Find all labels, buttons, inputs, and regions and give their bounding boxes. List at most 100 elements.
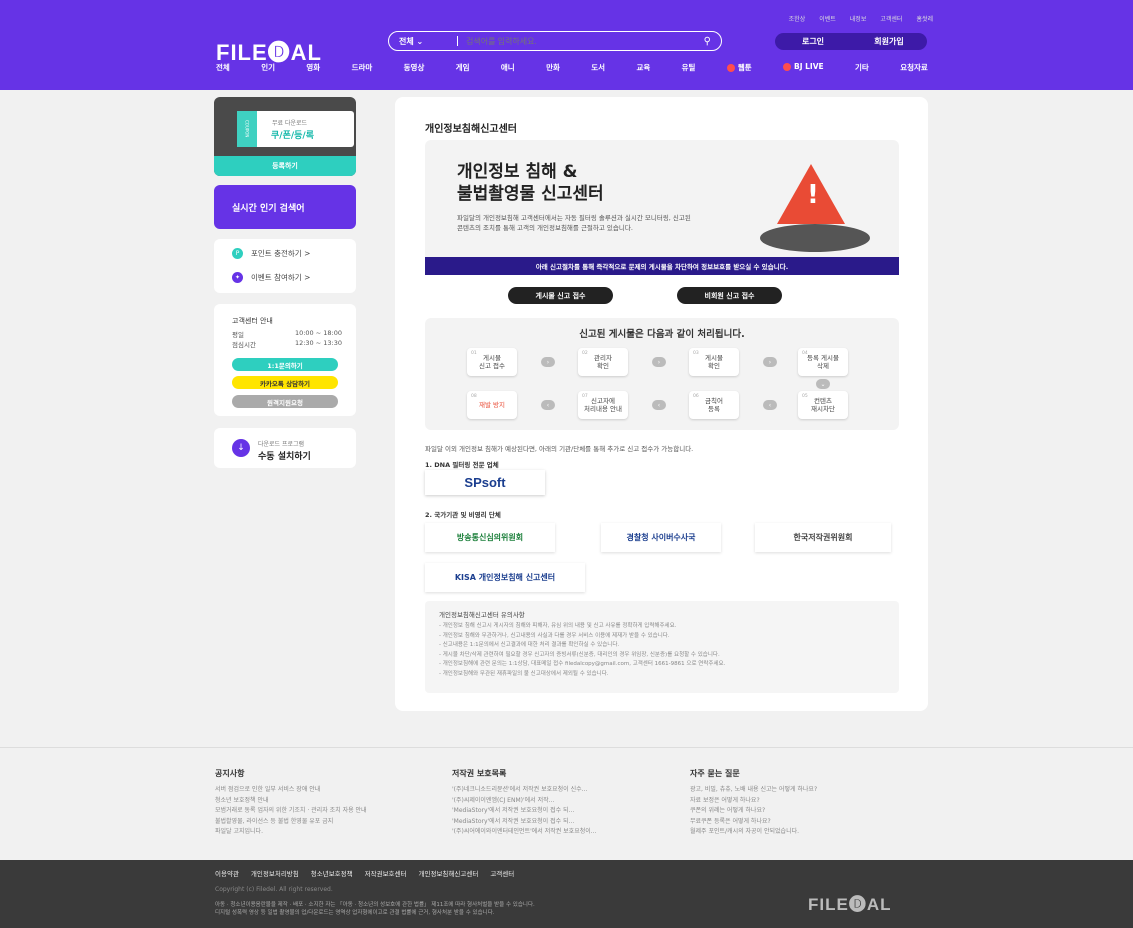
notice-item[interactable]: 불법촬영물, 라이선스 등 불법 한영물 유포 금지 <box>215 817 367 828</box>
top-links: 조한상 이벤트 내정보 고객센터 홈쌋레 <box>789 14 933 23</box>
process-step: 06 금칙어 등록 <box>689 391 739 419</box>
top-link[interactable]: 조한상 <box>789 14 806 23</box>
guest-report-button[interactable]: 비회원 신고 접수 <box>677 287 782 304</box>
hot-badge-icon <box>783 63 792 71</box>
step-number: 04 <box>802 351 808 356</box>
realtime-search-button[interactable]: 실시간 인기 검색어 <box>214 185 356 229</box>
nav-item[interactable]: 드라마 <box>352 62 373 73</box>
note-item: - 개인정보 침해 신고시 게시자의 침해와 피해자, 유심 위의 내용 및 신… <box>439 623 677 629</box>
copyright-list-title[interactable]: 저작권 보호목록 <box>452 768 596 779</box>
top-link[interactable]: 이벤트 <box>819 14 836 23</box>
coupon-register-button[interactable]: 등록하기 <box>214 156 356 176</box>
section-title: 2. 국가기관 및 비영리 단체 <box>425 511 501 519</box>
faq-column: 자주 묻는 질문 광고, 비밀, 츄츄, 노배 내용 신고는 어떻게 하나요? … <box>690 768 817 838</box>
hero-line1: 개인정보 침해 & <box>457 162 578 182</box>
nav-item[interactable]: 영화 <box>306 62 320 73</box>
manual-install-button: 수동 설치하기 <box>258 452 311 462</box>
notice-item[interactable]: 서버 점검으로 인한 일부 서비스 장애 안내 <box>215 785 367 796</box>
footer-link[interactable]: 개인정보침해신고센터 <box>419 868 479 878</box>
quick-links: P 포인트 충전하기 > ✦ 이벤트 참여하기 > <box>214 239 356 293</box>
step-number: 06 <box>693 394 699 399</box>
category-nav: 전체 인기 영화 드라마 동영상 게임 애니 만화 도서 교육 유틸 웹툰 BJ… <box>216 62 928 73</box>
login-button[interactable]: 로그인 <box>775 33 851 50</box>
top-link[interactable]: 내정보 <box>850 14 867 23</box>
faq-item[interactable]: 광고, 비밀, 츄츄, 노배 내용 신고는 어떻게 하나요? <box>690 785 817 796</box>
process-step: 08 재발 방지 <box>467 391 517 419</box>
nav-item[interactable]: 요청자료 <box>900 62 928 73</box>
notice-column: 공지사항 서버 점검으로 인한 일부 서비스 장애 안내 청소년 보호정책 안내… <box>215 768 367 838</box>
faq-item[interactable]: 자료 보정은 어떻게 하나요? <box>690 796 817 807</box>
signup-button[interactable]: 회원가입 <box>851 33 927 50</box>
nav-item[interactable]: 애니 <box>501 62 515 73</box>
copyright-item[interactable]: 'MediaStory'에서 저작권 보호요청이 접수 되... <box>452 806 596 817</box>
faq-item[interactable]: 무료쿠폰 등록은 어떻게 하나요? <box>690 817 817 828</box>
download-program-panel[interactable]: ↓ 다운로드 프로그램 수동 설치하기 <box>214 428 356 468</box>
footer: 공지사항 서버 점검으로 인한 일부 서비스 장애 안내 청소년 보호정책 안내… <box>0 747 1133 860</box>
footer-link[interactable]: 청소년보호정책 <box>311 868 353 878</box>
cs-lunch-label: 점심시간 <box>232 341 256 349</box>
top-link[interactable]: 고객센터 <box>880 14 902 23</box>
cs-weekday-time: 10:00 ~ 18:00 <box>294 329 342 337</box>
top-link[interactable]: 홈쌋레 <box>916 14 933 23</box>
notes-box: 개인정보침해신고센터 유의사항 - 개인정보 침해 신고시 게시자의 침해와 피… <box>425 601 899 693</box>
search-category-select[interactable]: 전체 ⌄ <box>399 36 449 47</box>
faq-item[interactable]: 월제주 포인트/캐시의 자공이 안되었습니다. <box>690 827 817 838</box>
footer-link[interactable]: 저작권보호센터 <box>365 868 407 878</box>
legal-line: 아동 · 청소년이용음란물을 제작 · 배포 · 소지한 자는 「아동 · 청소… <box>215 902 535 908</box>
warning-icon: ! <box>777 164 845 224</box>
copyright-item[interactable]: '(주)씨제이이엔엠(CJ ENM)'에서 저작... <box>452 796 596 807</box>
nav-item[interactable]: 전체 <box>216 62 230 73</box>
nav-item[interactable]: 기타 <box>855 62 869 73</box>
search-bar: 전체 ⌄ ⚲ <box>388 31 722 51</box>
spsoft-logo[interactable]: SPsoft <box>425 470 545 495</box>
search-icon[interactable]: ⚲ <box>704 36 711 47</box>
nav-item[interactable]: 동영상 <box>404 62 425 73</box>
nav-label: BJ LIVE <box>794 62 824 71</box>
nav-item[interactable]: 유틸 <box>682 62 696 73</box>
point-icon: P <box>232 248 243 259</box>
nav-item-webtoon[interactable]: 웹툰 <box>726 62 752 73</box>
intro-text: 파일달 이외 개인정보 침해가 예상된다면, 아래의 기관/단체를 통해 추가로… <box>425 445 694 453</box>
faq-item[interactable]: 쿠폰의 위례는 어떻게 하나요? <box>690 806 817 817</box>
kisa-logo[interactable]: KISA 개인정보침해 신고센터 <box>425 563 585 592</box>
event-link[interactable]: ✦ 이벤트 참여하기 > <box>232 272 310 283</box>
copyright-item[interactable]: '(주)네크니소드리뮨션'에서 저작권 보호요청이 신수... <box>452 785 596 796</box>
remote-support-button[interactable]: 원격지원요청 <box>232 395 338 408</box>
point-label: 포인트 충전하기 > <box>251 249 311 258</box>
nav-item[interactable]: 도서 <box>591 62 605 73</box>
report-submit-button[interactable]: 게시물 신고 접수 <box>508 287 613 304</box>
download-icon: ↓ <box>232 439 250 457</box>
copyright-item[interactable]: '(주)씨어에이와이엔터테인먼트'에서 저작권 보호요청이... <box>452 827 596 838</box>
point-charge-link[interactable]: P 포인트 충전하기 > <box>232 248 310 259</box>
notice-item[interactable]: 파일달 고지입니다. <box>215 827 367 838</box>
faq-title[interactable]: 자주 묻는 질문 <box>690 768 817 779</box>
kcsc-logo[interactable]: 방송통신심의위원회 <box>425 523 555 552</box>
footer-link[interactable]: 이용약관 <box>215 868 239 878</box>
notice-item[interactable]: 모범거래로 동록 업자의 위한 기조치 · 관리자 조치 자용 안내 <box>215 806 367 817</box>
footer-bar: 이용약관 개인정보처리방침 청소년보호정책 저작권보호센터 개인정보침해신고센터… <box>0 860 1133 928</box>
platform-shape <box>760 224 870 252</box>
copyright-item[interactable]: 'MediaStory'에서 저작권 보호요청이 접수 되... <box>452 817 596 828</box>
footer-link[interactable]: 고객센터 <box>490 868 514 878</box>
footer-link[interactable]: 개인정보처리방침 <box>251 868 299 878</box>
download-label: 다운로드 프로그램 <box>258 441 305 448</box>
nav-item[interactable]: 인기 <box>261 62 275 73</box>
notice-title[interactable]: 공지사항 <box>215 768 367 779</box>
kakao-chat-button[interactable]: 카카오톡 상담하기 <box>232 376 338 389</box>
nav-item-bj-live[interactable]: BJ LIVE <box>783 62 824 73</box>
step-label: 신고자에 처리내용 안내 <box>584 397 622 413</box>
hot-badge-icon <box>726 64 735 72</box>
coupon-line2: 쿠/폰/등/록 <box>271 131 314 141</box>
notice-item[interactable]: 청소년 보호정책 안내 <box>215 796 367 807</box>
step-label: 관리자 확인 <box>594 354 612 370</box>
nav-item[interactable]: 게임 <box>456 62 470 73</box>
nav-item[interactable]: 만화 <box>546 62 560 73</box>
nav-item[interactable]: 교육 <box>636 62 650 73</box>
police-cyber-logo[interactable]: 경찰청 사이버수사국 <box>601 523 721 552</box>
search-input[interactable] <box>466 36 704 46</box>
copyright-commission-logo[interactable]: 한국저작권위원회 <box>755 523 891 552</box>
copyright-text: Copyright (c) Filedel. All right reserve… <box>215 886 333 893</box>
header: 조한상 이벤트 내정보 고객센터 홈쌋레 FILE🅓AL 전체 ⌄ ⚲ 로그인 … <box>0 0 1133 435</box>
inquiry-button[interactable]: 1:1문의하기 <box>232 358 338 371</box>
process-title: 신고된 게시물은 다음과 같이 처리됩니다. <box>579 329 745 340</box>
